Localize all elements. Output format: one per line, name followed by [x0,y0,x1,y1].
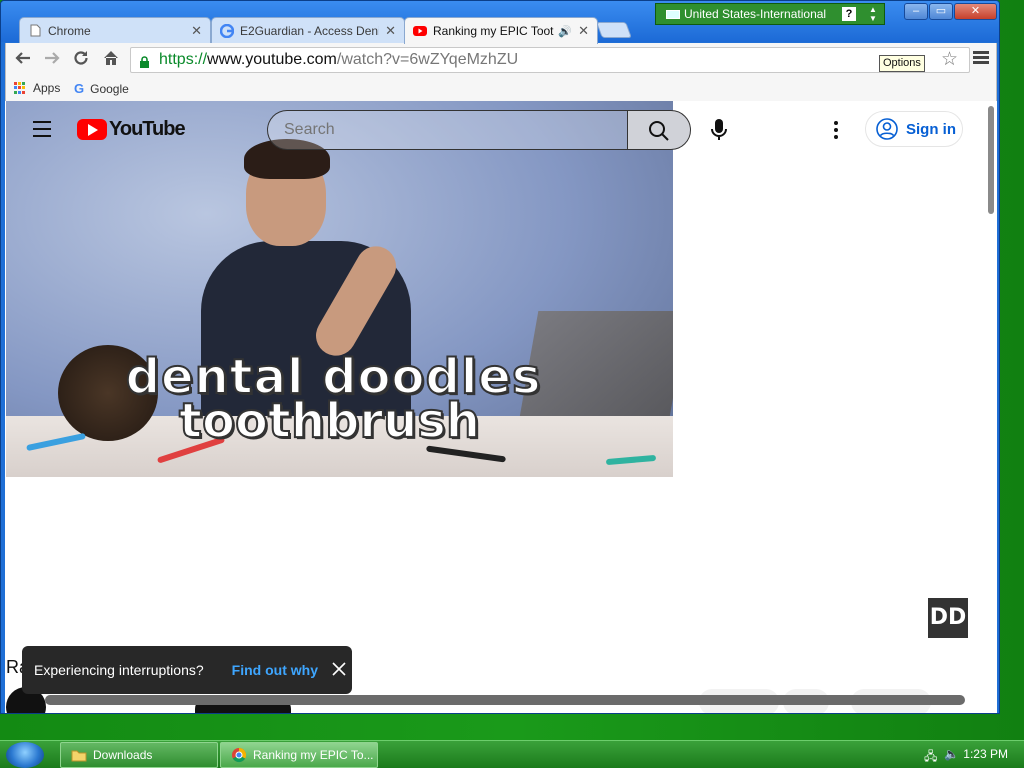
youtube-wordmark: YouTube [109,118,186,140]
taskbar-item-label: Downloads [93,748,153,762]
chevron-updown-icon[interactable]: ▲ ▼ [869,5,877,23]
taskbar-item-chrome[interactable]: Ranking my EPIC To... [220,742,378,768]
google-icon [220,23,234,38]
tab-youtube-video[interactable]: Ranking my EPIC Toothb 🔊 ✕ [404,17,598,44]
tab-label: E2Guardian - Access Denie [240,23,380,38]
browser-window: Chrome ✕ E2Guardian - Access Denie ✕ Ran… [0,0,1000,714]
vertical-scrollbar[interactable] [985,101,997,713]
chrome-menu-icon[interactable] [973,49,989,66]
apps-icon [14,81,27,95]
find-out-why-link[interactable]: Find out why [232,662,318,678]
network-icon[interactable]: 🖧 [924,747,937,768]
back-button[interactable] [12,49,34,71]
dental-doodles-badge[interactable]: DD [928,598,968,638]
maximize-button[interactable]: ▭ [929,3,953,20]
bookmark-apps[interactable]: Apps [14,81,60,95]
system-tray: 🖧 🔈 1:23 PM [914,741,1024,768]
reload-button[interactable] [70,49,92,71]
taskbar-item-downloads[interactable]: Downloads [60,742,218,768]
taskbar-item-label: Ranking my EPIC To... [253,748,374,762]
youtube-logo[interactable]: YouTube [77,118,186,141]
google-icon: G [74,81,85,96]
url-host: www.youtube.com [207,51,337,68]
close-icon[interactable]: ✕ [385,23,396,39]
arrow-right-icon [45,52,60,64]
voice-search-button[interactable] [709,118,729,147]
youtube-icon [413,24,427,38]
bookmark-google[interactable]: G Google [74,81,129,96]
url-scheme: https:// [159,51,208,68]
volume-icon[interactable]: 🔈 [944,747,959,761]
youtube-page: dental doodles toothbrush YouTube Sign i… [5,101,997,713]
page-icon [28,24,42,38]
folder-icon [71,750,87,761]
lock-icon [139,53,150,68]
options-tooltip: Options [879,55,925,72]
home-button[interactable] [100,49,122,71]
toast-message: Experiencing interruptions? [34,662,204,678]
address-bar[interactable]: https://www.youtube.com/watch?v=6wZYqeMz… [130,47,970,73]
forward-button[interactable] [41,49,63,71]
bookmark-label: Apps [33,81,61,95]
speaker-icon[interactable]: 🔊 [558,25,572,38]
close-icon[interactable]: ✕ [191,23,202,39]
youtube-header: YouTube Sign in [5,101,985,157]
clock[interactable]: 1:23 PM [963,747,1008,761]
microphone-icon [711,119,727,140]
browser-toolbar: https://www.youtube.com/watch?v=6wZYqeMz… [5,43,997,77]
interruption-toast: Experiencing interruptions? Find out why [22,646,352,694]
reload-icon [74,51,88,65]
arrow-left-icon [15,52,30,64]
keyboard-icon [666,9,680,19]
close-window-button[interactable]: ✕ [954,3,997,20]
home-icon [104,51,118,65]
menu-icon[interactable] [33,121,51,142]
sign-in-label: Sign in [906,120,956,138]
search-icon [649,121,669,141]
youtube-play-icon [77,119,107,140]
bookmark-label: Google [90,81,129,96]
language-bar[interactable]: United States-International ? ▲ ▼ [655,3,885,25]
bookmarks-bar: Apps G Google [5,77,997,101]
tab-label: Chrome [48,23,91,38]
new-tab-button[interactable] [596,22,632,38]
close-icon[interactable] [330,660,348,678]
taskbar: Downloads Ranking my EPIC To... 🖧 🔈 1:23… [0,740,1024,768]
scrollbar-thumb[interactable] [988,106,994,214]
start-button[interactable] [6,742,44,768]
help-icon[interactable]: ? [842,7,856,21]
search-button[interactable] [627,110,691,150]
tab-e2guardian[interactable]: E2Guardian - Access Denie ✕ [211,17,405,43]
close-icon[interactable]: ✕ [578,23,589,39]
minimize-button[interactable]: ‒ [904,3,928,20]
horizontal-scrollbar[interactable] [45,695,965,705]
more-options-icon[interactable] [834,121,838,142]
video-overlay-line2: toothbrush [178,392,481,450]
url-path: /watch?v=6wZYqeMzhZU [336,51,519,68]
bookmark-star-icon[interactable]: ☆ [941,48,958,71]
tab-label: Ranking my EPIC Toothb [433,24,555,38]
account-icon [876,118,898,140]
video-player[interactable]: dental doodles toothbrush [6,101,673,477]
tab-chrome[interactable]: Chrome ✕ [19,17,211,43]
search-input[interactable] [267,110,629,150]
sign-in-button[interactable]: Sign in [865,111,963,147]
language-label: United States-International [684,7,827,21]
chrome-icon [232,747,247,763]
